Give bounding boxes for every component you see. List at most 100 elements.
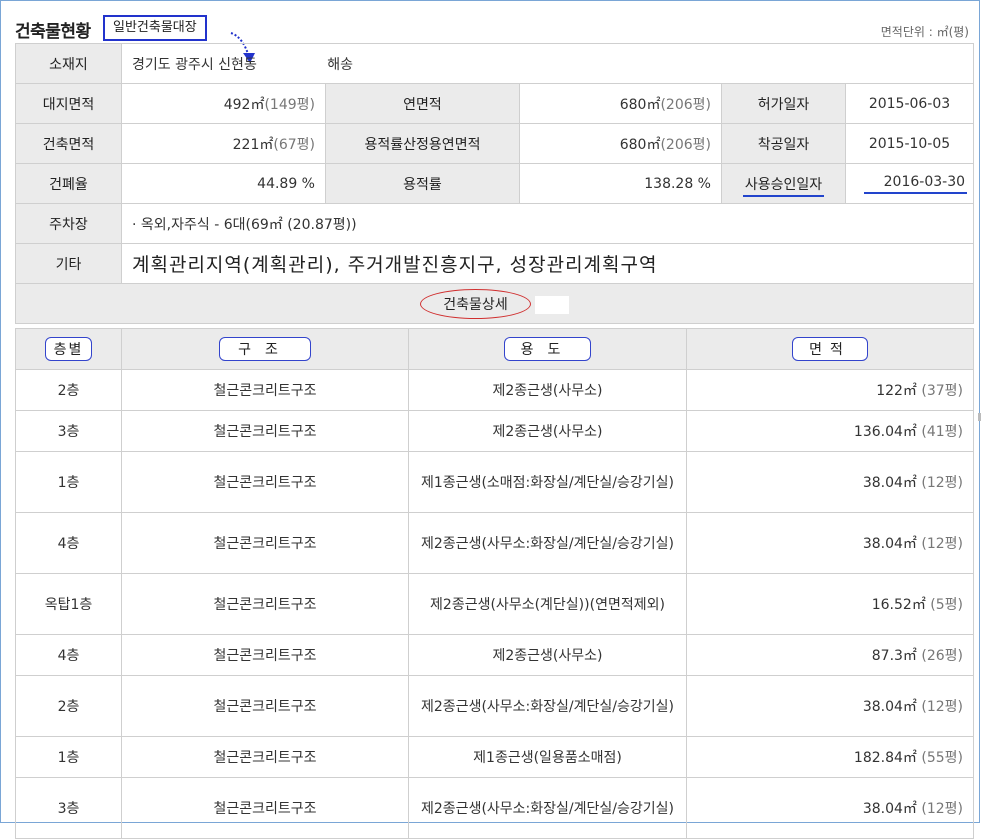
structure-cell: 철근콘크리트구조	[121, 369, 409, 411]
register-type-badge: 일반건축물대장	[103, 15, 207, 41]
floor-cell: 1층	[15, 736, 122, 778]
blank-patch	[534, 295, 569, 314]
area-pyeong: (12평)	[921, 475, 963, 491]
structure-cell: 철근콘크리트구조	[121, 675, 409, 737]
ratio-row: 건폐율 44.89 % 용적률 138.28 % 사용승인일자 2016-03-…	[15, 163, 975, 204]
gross-area-sqm: 680㎡	[619, 96, 661, 113]
location-row: 소재지 경기도 광주시 신현동 해송	[15, 43, 975, 84]
usage-cell: 제2종근생(사무소)	[408, 369, 687, 411]
table-row: 2층 철근콘크리트구조 제2종근생(사무소) 122㎡ (37평)	[15, 369, 974, 411]
area-pyeong: (37평)	[921, 383, 963, 399]
area-cell: 136.04㎡ (41평)	[686, 410, 974, 452]
permit-date-value: 2015-06-03	[844, 83, 975, 124]
usage-header-pill: 용도	[503, 337, 592, 361]
area-cell: 38.04㎡ (12평)	[686, 512, 974, 574]
area-pyeong: (41평)	[921, 424, 963, 440]
start-date-value: 2015-10-05	[844, 123, 975, 164]
location-address: 경기도 광주시 신현동	[132, 56, 257, 73]
scroll-marker	[978, 413, 981, 421]
area-cell: 122㎡ (37평)	[686, 369, 974, 411]
area-cell: 87.3㎡ (26평)	[686, 634, 974, 676]
page-title: 건축물현황	[15, 22, 91, 42]
area-pyeong: (12평)	[921, 536, 963, 552]
building-detail-table: 층별 구조 용도 면적 2층 철근콘크리트구조 제2종근생(사무소) 122㎡ (37…	[15, 328, 974, 839]
detail-section-title: 건축물상세	[420, 288, 531, 319]
gross-area-label: 연면적	[325, 83, 520, 124]
floor-cell: 3층	[15, 777, 122, 839]
structure-cell: 철근콘크리트구조	[121, 573, 409, 635]
area-cell: 38.04㎡ (12평)	[686, 675, 974, 737]
far-area-label: 용적률산정용연면적	[325, 123, 520, 164]
area-header: 면적	[686, 328, 974, 370]
detail-header-row: 층별 구조 용도 면적	[15, 328, 974, 370]
table-row: 1층 철근콘크리트구조 제1종근생(일용품소매점) 182.84㎡ (55평)	[15, 736, 974, 778]
start-date-label: 착공일자	[721, 123, 846, 164]
other-value: 계획관리지역(계획관리), 주거개발진흥지구, 성장관리계획구역	[132, 254, 658, 276]
structure-cell: 철근콘크리트구조	[121, 451, 409, 513]
coverage-value: 44.89 %	[121, 163, 326, 204]
area-cell: 182.84㎡ (55평)	[686, 736, 974, 778]
far-area-sqm: 680㎡	[619, 136, 661, 153]
floor-cell: 4층	[15, 634, 122, 676]
area-sqm: 122㎡	[876, 383, 917, 399]
usage-cell: 제2종근생(사무소)	[408, 634, 687, 676]
building-area-label: 건축면적	[15, 123, 122, 164]
area-cell: 38.04㎡ (12평)	[686, 451, 974, 513]
approval-date-label-cell: 사용승인일자	[721, 163, 846, 204]
area-row-1: 대지면적 492㎡(149평) 연면적 680㎡(206평) 허가일자 2015…	[15, 83, 975, 124]
usage-cell: 제2종근생(사무소:화장실/계단실/승강기실)	[408, 512, 687, 574]
structure-header-pill: 구조	[219, 337, 311, 361]
parking-row: 주차장 · 옥외,자주식 - 6대(69㎡ (20.87평))	[15, 203, 975, 244]
detail-section-cell: 건축물상세	[14, 283, 975, 324]
location-address-detail: 해송	[327, 56, 354, 73]
other-label: 기타	[15, 243, 122, 284]
structure-cell: 철근콘크리트구조	[121, 512, 409, 574]
floor-header-pill: 층별	[44, 337, 93, 361]
table-row: 4층 철근콘크리트구조 제2종근생(사무소) 87.3㎡ (26평)	[15, 634, 974, 676]
land-area-pyeong: (149평)	[264, 96, 315, 113]
other-row: 기타 계획관리지역(계획관리), 주거개발진흥지구, 성장관리계획구역	[15, 243, 975, 284]
permit-date-label: 허가일자	[721, 83, 846, 124]
approval-date-value: 2016-03-30	[863, 174, 968, 194]
area-pyeong: (12평)	[921, 801, 963, 817]
land-area-label: 대지면적	[15, 83, 122, 124]
usage-cell: 제2종근생(사무소)	[408, 410, 687, 452]
land-area-sqm: 492㎡	[223, 96, 265, 113]
building-info-table: 소재지 경기도 광주시 신현동 해송 대지면적 492㎡(149평) 연면적 6…	[14, 43, 975, 324]
floor-cell: 1층	[15, 451, 122, 513]
building-status-panel: 건축물현황 일반건축물대장 면적단위 : ㎡(평) 소재지 경기도 광주시 신현…	[0, 0, 981, 839]
area-cell: 38.04㎡ (12평)	[686, 777, 974, 839]
approval-date-value-cell: 2016-03-30	[844, 163, 975, 204]
building-area-value: 221㎡(67평)	[121, 123, 326, 164]
structure-cell: 철근콘크리트구조	[121, 777, 409, 839]
area-sqm: 87.3㎡	[871, 648, 917, 664]
far-value: 138.28 %	[519, 163, 722, 204]
area-sqm: 136.04㎡	[853, 424, 917, 440]
building-area-sqm: 221㎡	[232, 136, 274, 153]
table-row: 3층 철근콘크리트구조 제2종근생(사무소:화장실/계단실/승강기실) 38.04㎡ …	[15, 777, 974, 839]
parking-label: 주차장	[15, 203, 122, 244]
detail-section-header: 건축물상세	[14, 283, 975, 324]
area-pyeong: (55평)	[921, 750, 963, 766]
usage-cell: 제2종근생(사무소(계단실))(연면적제외)	[408, 573, 687, 635]
area-sqm: 38.04㎡	[862, 699, 917, 715]
usage-cell: 제1종근생(일용품소매점)	[408, 736, 687, 778]
location-label: 소재지	[15, 43, 122, 84]
approval-date-label: 사용승인일자	[742, 176, 825, 197]
table-row: 3층 철근콘크리트구조 제2종근생(사무소) 136.04㎡ (41평)	[15, 410, 974, 452]
structure-header: 구조	[121, 328, 409, 370]
area-unit-note: 면적단위 : ㎡(평)	[880, 25, 969, 39]
floor-cell: 옥탑1층	[15, 573, 122, 635]
area-sqm: 38.04㎡	[862, 475, 917, 491]
coverage-label: 건폐율	[15, 163, 122, 204]
gross-area-pyeong: (206평)	[660, 96, 711, 113]
area-sqm: 182.84㎡	[853, 750, 917, 766]
location-value: 경기도 광주시 신현동 해송	[120, 43, 975, 84]
usage-cell: 제1종근생(소매점:화장실/계단실/승강기실)	[408, 451, 687, 513]
floor-cell: 2층	[15, 369, 122, 411]
floor-cell: 4층	[15, 512, 122, 574]
usage-cell: 제2종근생(사무소:화장실/계단실/승강기실)	[408, 777, 687, 839]
area-cell: 16.52㎡ (5평)	[686, 573, 974, 635]
table-row: 2층 철근콘크리트구조 제2종근생(사무소:화장실/계단실/승강기실) 38.04㎡ …	[15, 675, 974, 737]
area-pyeong: (12평)	[921, 699, 963, 715]
